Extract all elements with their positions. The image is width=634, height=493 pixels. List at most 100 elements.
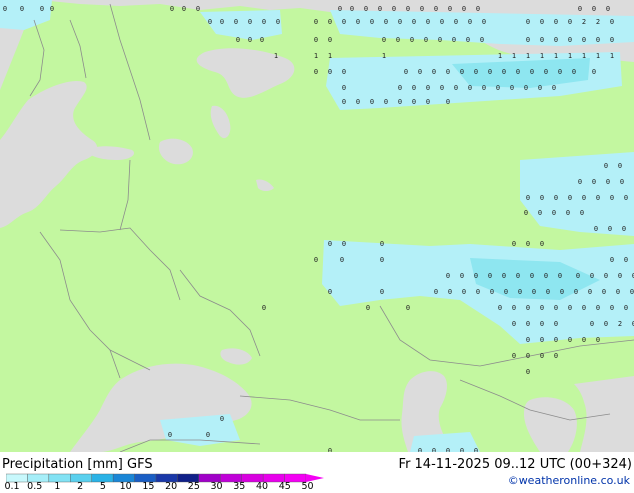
precip-marker: 0 xyxy=(610,36,614,44)
precip-marker: 0 xyxy=(526,336,530,344)
precip-marker: 0 xyxy=(488,68,492,76)
forecast-run-info: Fr 14-11-2025 09..12 UTC (00+324) xyxy=(398,457,632,472)
precip-marker: 0 xyxy=(426,98,430,106)
precip-marker: 0 xyxy=(440,18,444,26)
precip-marker: 0 xyxy=(460,272,464,280)
precip-marker: 0 xyxy=(540,36,544,44)
precip-marker: 1 xyxy=(554,52,558,60)
scale-label: 35 xyxy=(233,481,246,492)
precip-marker: 0 xyxy=(340,256,344,264)
precip-marker: 0 xyxy=(526,18,530,26)
precip-marker: 0 xyxy=(378,5,382,13)
precip-marker: 0 xyxy=(3,5,7,13)
precip-marker: 0 xyxy=(590,320,594,328)
scale-label: 25 xyxy=(187,481,200,492)
precip-marker: 0 xyxy=(620,178,624,186)
precip-marker: 0 xyxy=(412,98,416,106)
precip-marker: 0 xyxy=(460,68,464,76)
precip-marker: 0 xyxy=(568,194,572,202)
precip-marker: 0 xyxy=(474,68,478,76)
precip-marker: 0 xyxy=(262,304,266,312)
precip-marker: 0 xyxy=(624,194,628,202)
precip-marker: 0 xyxy=(622,225,626,233)
precip-marker: 1 xyxy=(568,52,572,60)
precip-marker: 0 xyxy=(576,272,580,280)
precip-marker: 1 xyxy=(526,52,530,60)
precip-marker: 0 xyxy=(516,272,520,280)
precip-marker: 0 xyxy=(604,320,608,328)
precip-marker: 0 xyxy=(328,36,332,44)
precip-marker: 0 xyxy=(616,288,620,296)
precip-marker: 0 xyxy=(516,68,520,76)
precip-marker: 0 xyxy=(502,272,506,280)
precip-marker: 0 xyxy=(196,5,200,13)
precip-marker: 0 xyxy=(424,36,428,44)
precip-marker: 2 xyxy=(618,320,622,328)
precip-marker: 0 xyxy=(526,320,530,328)
precip-marker: 0 xyxy=(382,36,386,44)
precip-marker: 0 xyxy=(454,84,458,92)
precip-marker: 0 xyxy=(540,304,544,312)
precip-marker: 0 xyxy=(606,5,610,13)
precip-marker: 0 xyxy=(568,18,572,26)
precip-marker: 0 xyxy=(248,36,252,44)
precip-marker: 0 xyxy=(546,288,550,296)
precip-marker: 0 xyxy=(618,272,622,280)
precip-marker: 0 xyxy=(170,5,174,13)
precip-marker: 0 xyxy=(512,240,516,248)
precip-marker: 0 xyxy=(526,304,530,312)
precip-marker: 0 xyxy=(40,5,44,13)
precip-marker: 0 xyxy=(488,272,492,280)
precip-marker: 0 xyxy=(630,288,634,296)
precip-marker: 0 xyxy=(356,18,360,26)
precip-marker: 0 xyxy=(314,68,318,76)
precip-marker: 0 xyxy=(398,18,402,26)
precip-marker: 0 xyxy=(592,5,596,13)
precip-marker: 0 xyxy=(540,194,544,202)
precip-marker: 0 xyxy=(568,36,572,44)
precip-marker: 0 xyxy=(502,68,506,76)
precip-marker: 0 xyxy=(496,84,500,92)
precip-marker: 0 xyxy=(532,288,536,296)
credit-link[interactable]: ©weatheronline.co.uk xyxy=(508,474,630,487)
precip-marker: 0 xyxy=(568,336,572,344)
scale-label: 10 xyxy=(119,481,132,492)
precip-marker: 0 xyxy=(554,194,558,202)
precip-marker: 0 xyxy=(504,288,508,296)
precip-marker: 0 xyxy=(392,5,396,13)
precip-marker: 0 xyxy=(220,18,224,26)
scale-label: 45 xyxy=(278,481,291,492)
precip-marker: 0 xyxy=(610,304,614,312)
precip-marker: 0 xyxy=(530,272,534,280)
scale-label: 0.1 xyxy=(4,481,20,492)
precip-marker: 0 xyxy=(624,304,628,312)
precip-marker: 0 xyxy=(618,162,622,170)
precip-marker: 0 xyxy=(558,68,562,76)
precip-marker: 0 xyxy=(412,18,416,26)
precip-marker: 0 xyxy=(342,240,346,248)
precip-marker: 0 xyxy=(364,5,368,13)
precip-marker: 0 xyxy=(578,178,582,186)
scale-label: 30 xyxy=(210,481,223,492)
precip-marker: 0 xyxy=(380,256,384,264)
precip-marker: 0 xyxy=(438,36,442,44)
precip-marker: 0 xyxy=(578,5,582,13)
precip-marker: 0 xyxy=(446,98,450,106)
precip-marker: 0 xyxy=(518,288,522,296)
precip-marker: 0 xyxy=(434,288,438,296)
precip-marker: 0 xyxy=(236,36,240,44)
precip-marker: 0 xyxy=(208,18,212,26)
precip-marker: 0 xyxy=(276,18,280,26)
precip-marker: 0 xyxy=(526,368,530,376)
precip-marker: 2 xyxy=(596,18,600,26)
precip-marker: 0 xyxy=(476,5,480,13)
precip-marker: 0 xyxy=(476,288,480,296)
precip-marker: 0 xyxy=(512,352,516,360)
precip-marker: 0 xyxy=(592,178,596,186)
precip-marker: 0 xyxy=(234,18,238,26)
precip-marker: 0 xyxy=(596,36,600,44)
precip-marker: 0 xyxy=(380,240,384,248)
precipitation-map: 0 0 0 0 0 0 0 0 0 0 0 0 0 0 0 0 0 0 0 0 00 0 0 0 0 0 0 0 0 0 0 0 0 0 0 0 0 0 0… xyxy=(0,0,634,452)
legend-title: Precipitation [mm] GFS xyxy=(2,457,153,472)
precip-marker: 0 xyxy=(342,68,346,76)
